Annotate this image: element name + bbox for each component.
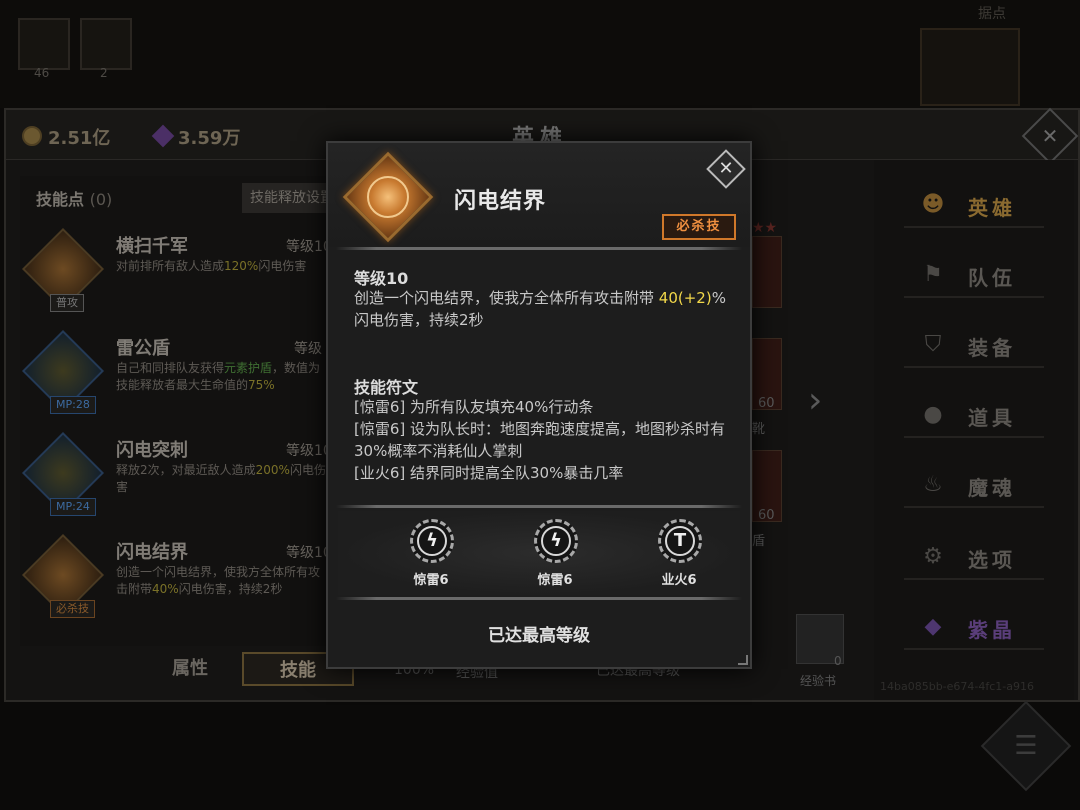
exp-book-label: 经验书 bbox=[800, 674, 837, 688]
skill-points: 技能点 (0) bbox=[36, 186, 112, 210]
skill-points-value: (0) bbox=[89, 190, 113, 209]
skill-tag: MP:28 bbox=[50, 396, 96, 414]
equip-value: 60 bbox=[758, 396, 775, 411]
divider bbox=[336, 505, 742, 508]
top-slot-1-count: 46 bbox=[34, 66, 50, 80]
gold-amount: 2.51亿 bbox=[48, 128, 111, 149]
map-label: 据点 bbox=[978, 6, 1006, 22]
top-slot-2[interactable] bbox=[80, 18, 132, 70]
close-icon: ✕ bbox=[1041, 124, 1059, 148]
max-level-label: 已达最高等级 bbox=[488, 626, 590, 646]
rune-slot-3[interactable]: T 业火6 bbox=[634, 511, 724, 595]
skill-level: 等级 bbox=[294, 341, 322, 357]
rune-effect: [惊雷6] 为所有队友填充40%行动条 bbox=[354, 398, 594, 416]
equip-label: 靴 bbox=[752, 422, 766, 437]
skill-desc: 创造一个闪电结界，使我方全体所有攻击附带40%闪电伤害，持续2秒 bbox=[116, 565, 321, 596]
top-strip bbox=[0, 0, 1080, 108]
lightning-rune-icon: ϟ bbox=[534, 519, 578, 563]
skill-level: 等级10 bbox=[286, 443, 332, 459]
skill-level: 等级10 bbox=[286, 545, 332, 561]
modal-title: 闪电结界 bbox=[454, 189, 547, 214]
nav-amethyst[interactable]: ◆ 紫晶 bbox=[904, 606, 1044, 650]
nav-label: 道具 bbox=[968, 406, 1016, 430]
nav-options[interactable]: ⚙ 选项 bbox=[904, 536, 1044, 580]
rune-slot-2[interactable]: ϟ 惊雷6 bbox=[510, 511, 600, 595]
rune-effect: [惊雷6] 设为队长时：地图奔跑速度提高，地图秒杀时有30%概率不消耗仙人掌刺 bbox=[354, 420, 726, 460]
divider bbox=[336, 247, 742, 250]
top-slot-1[interactable] bbox=[18, 18, 70, 70]
nav-equipment[interactable]: ⛉ 装备 bbox=[904, 324, 1044, 368]
corner-decoration bbox=[738, 655, 748, 665]
skill-row-2[interactable]: MP:28 雷公盾 等级 自己和同排队友获得元素护盾，数值为技能释放者最大生命值… bbox=[21, 329, 334, 430]
gear-icon: ⚙ bbox=[923, 544, 943, 569]
equip-label: 盾 bbox=[752, 534, 766, 549]
hero-id: 14ba085bb-e674-4fc1-a916 bbox=[880, 680, 1035, 693]
gold-coin-icon bbox=[22, 126, 42, 146]
skill-tag: 必杀技 bbox=[50, 600, 95, 618]
crystal-icon: ◆ bbox=[924, 614, 942, 639]
nav-label: 紫晶 bbox=[968, 618, 1016, 642]
flame-icon: ♨ bbox=[923, 472, 943, 497]
skill-desc: 对前排所有敌人造成120%闪电伤害 bbox=[116, 259, 307, 273]
menu-button[interactable]: ☰ bbox=[980, 700, 1072, 792]
rune-effect: [业火6] 结界同时提高全队30%暴击几率 bbox=[354, 464, 624, 482]
nav-label: 队伍 bbox=[968, 266, 1016, 290]
gem-amount: 3.59万 bbox=[178, 128, 241, 149]
nav-items[interactable]: ● 道具 bbox=[904, 394, 1044, 438]
skill-tag: 普攻 bbox=[50, 294, 84, 312]
star-icon: ★★ bbox=[752, 220, 778, 236]
skill-name: 横扫千军 bbox=[116, 236, 188, 257]
nav-label: 魔魂 bbox=[968, 476, 1016, 500]
skill-desc: 自己和同排队友获得元素护盾，数值为技能释放者最大生命值的75% bbox=[116, 361, 321, 392]
flag-icon: ⚑ bbox=[923, 262, 943, 287]
top-slot-2-count: 2 bbox=[100, 66, 108, 80]
equip-value: 60 bbox=[758, 508, 775, 523]
skill-name: 闪电结界 bbox=[116, 542, 188, 563]
tab-attributes[interactable]: 属性 bbox=[150, 652, 230, 686]
nav-team[interactable]: ⚑ 队伍 bbox=[904, 254, 1044, 298]
skill-description: 创造一个闪电结界，使我方全体所有攻击附带 40(+2)%闪电伤害，持续2秒 bbox=[354, 289, 726, 329]
ultimate-badge: 必杀技 bbox=[662, 214, 736, 240]
rune-name: 业火6 bbox=[661, 573, 697, 588]
rune-section-title: 技能符文 bbox=[354, 378, 419, 397]
skill-tag: MP:24 bbox=[50, 498, 96, 516]
skill-points-label: 技能点 bbox=[36, 190, 85, 209]
bag-icon: ● bbox=[923, 402, 943, 427]
nav-label: 装备 bbox=[968, 336, 1016, 360]
skill-name: 闪电突刺 bbox=[116, 440, 188, 461]
skill-name: 雷公盾 bbox=[116, 338, 170, 359]
rune-name: 惊雷6 bbox=[413, 573, 449, 588]
skill-row-4[interactable]: 必杀技 闪电结界 等级10 创造一个闪电结界，使我方全体所有攻击附带40%闪电伤… bbox=[21, 533, 334, 634]
skill-desc: 释放2次，对最近敌人造成200%闪电伤害 bbox=[116, 463, 326, 494]
exp-book-count: 0 bbox=[834, 654, 842, 668]
list-icon: ☰ bbox=[1014, 731, 1038, 761]
skill-level: 等级10 bbox=[286, 239, 332, 255]
skill-level: 等级10 bbox=[354, 269, 409, 288]
skill-detail-modal: 闪电结界 ✕ 必杀技 等级10 创造一个闪电结界，使我方全体所有攻击附带 40(… bbox=[326, 141, 752, 669]
skill-row-3[interactable]: MP:24 闪电突刺 等级10 释放2次，对最近敌人造成200%闪电伤害 bbox=[21, 431, 334, 532]
nav-hero[interactable]: ☻ 英雄 bbox=[904, 184, 1044, 228]
skill-row-1[interactable]: 普攻 横扫千军 等级10 对前排所有敌人造成120%闪电伤害 bbox=[21, 227, 334, 328]
divider bbox=[336, 597, 742, 600]
rune-name: 惊雷6 bbox=[537, 573, 573, 588]
close-icon: ✕ bbox=[718, 158, 734, 179]
rune-slot-1[interactable]: ϟ 惊雷6 bbox=[386, 511, 476, 595]
helmet-icon: ⛉ bbox=[924, 332, 942, 357]
fire-rune-icon: T bbox=[658, 519, 702, 563]
minimap[interactable] bbox=[920, 28, 1020, 106]
rune-strip: ϟ 惊雷6 ϟ 惊雷6 T 业火6 bbox=[338, 511, 740, 595]
nav-label: 选项 bbox=[968, 548, 1016, 572]
equip-slot[interactable] bbox=[752, 236, 782, 308]
person-icon: ☻ bbox=[921, 192, 945, 217]
nav-label: 英雄 bbox=[968, 196, 1016, 220]
lightning-rune-icon: ϟ bbox=[410, 519, 454, 563]
nav-soul[interactable]: ♨ 魔魂 bbox=[904, 464, 1044, 508]
next-arrow-icon[interactable]: › bbox=[808, 380, 822, 421]
